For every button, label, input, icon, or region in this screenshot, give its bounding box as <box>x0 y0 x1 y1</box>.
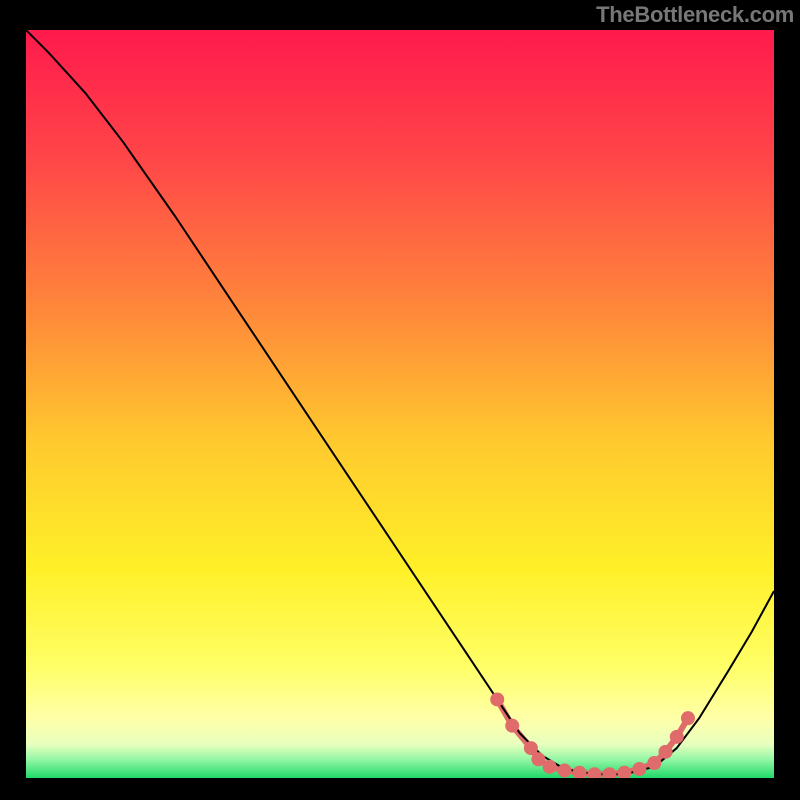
optimal-marker <box>659 745 673 759</box>
optimal-marker <box>670 730 684 744</box>
optimal-marker <box>490 692 504 706</box>
bottleneck-chart <box>26 30 774 778</box>
chart-container: TheBottleneck.com <box>0 0 800 800</box>
optimal-marker <box>647 756 661 770</box>
optimal-marker <box>558 764 572 778</box>
optimal-marker <box>543 760 557 774</box>
optimal-marker <box>681 711 695 725</box>
attribution-label: TheBottleneck.com <box>596 2 794 28</box>
optimal-marker <box>632 762 646 776</box>
plot-area <box>26 30 774 778</box>
gradient-background <box>26 30 774 778</box>
optimal-marker <box>505 719 519 733</box>
